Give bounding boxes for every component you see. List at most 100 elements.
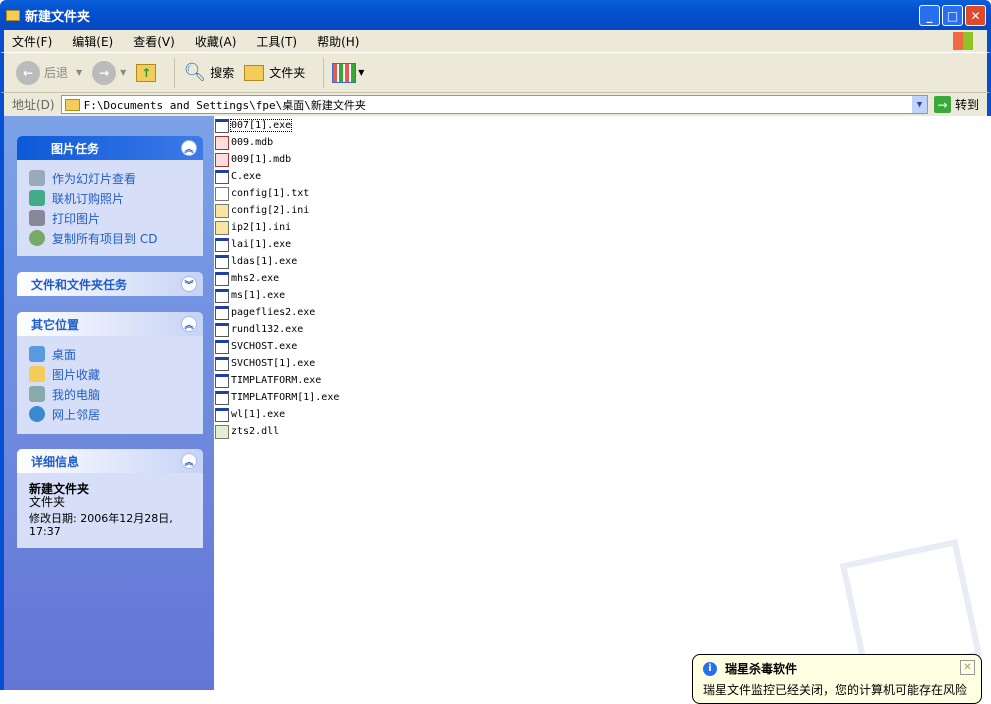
file-item[interactable]: ms[1].exe	[215, 287, 285, 304]
task-label: 联机订购照片	[52, 191, 125, 206]
exe-file-icon	[215, 305, 229, 320]
file-name: config[2].ini	[231, 205, 310, 216]
file-item[interactable]: SVCHOST[1].exe	[215, 355, 315, 372]
folder-icon	[6, 9, 20, 21]
menu-tools[interactable]: 工具(T)	[256, 33, 297, 50]
place-my-computer[interactable]: 我的电脑	[29, 384, 193, 404]
task-order-prints[interactable]: 联机订购照片	[29, 188, 193, 208]
file-item[interactable]: 009.mdb	[215, 134, 273, 151]
exe-file-icon	[215, 288, 229, 303]
mdb-file-icon	[215, 135, 229, 150]
file-name: TIMPLATFORM[1].exe	[231, 392, 340, 403]
file-item[interactable]: zts2.dll	[215, 423, 279, 440]
up-folder-button[interactable]: ↑	[136, 63, 157, 82]
address-input[interactable]: F:\Documents and Settings\fpe\桌面\新建文件夹 ▼	[60, 95, 928, 114]
file-item[interactable]: 007[1].exe	[215, 117, 293, 134]
file-item[interactable]: SVCHOST.exe	[215, 338, 297, 355]
minimize-button[interactable]: _	[919, 5, 940, 26]
back-label: 后退	[44, 66, 69, 80]
file-item[interactable]: TIMPLATFORM[1].exe	[215, 389, 339, 406]
balloon-close-button[interactable]: ✕	[960, 660, 975, 675]
menu-favorites[interactable]: 收藏(A)	[195, 33, 237, 50]
toolbar-divider	[323, 57, 325, 88]
address-dropdown-button[interactable]: ▼	[911, 96, 927, 113]
task-label: 打印图片	[52, 211, 101, 226]
task-copy-to-cd[interactable]: 复制所有项目到 CD	[29, 228, 193, 248]
file-name: SVCHOST.exe	[231, 341, 298, 352]
back-arrow-icon: ←	[16, 60, 40, 85]
file-item[interactable]: 009[1].mdb	[215, 151, 291, 168]
other-places-header[interactable]: 其它位置 ︽	[17, 312, 203, 336]
task-pane: 图片任务 ︽ 作为幻灯片查看 联机订购照片 打印图片 复制所有项目到 CD 文件和…	[0, 116, 214, 690]
file-name: ms[1].exe	[231, 290, 286, 301]
collapse-icon[interactable]: ︽	[181, 140, 197, 156]
exe-file-icon	[215, 373, 229, 388]
panel-title: 图片任务	[51, 141, 100, 156]
network-icon	[29, 406, 45, 422]
go-arrow-icon: →	[933, 96, 951, 113]
file-item[interactable]: config[2].ini	[215, 202, 309, 219]
file-item[interactable]: C.exe	[215, 168, 261, 185]
panel-title: 文件和文件夹任务	[31, 277, 128, 292]
go-button[interactable]: → 转到	[933, 96, 979, 113]
place-my-pictures[interactable]: 图片收藏	[29, 364, 193, 384]
my-computer-icon	[29, 386, 45, 402]
file-item[interactable]: wl[1].exe	[215, 406, 285, 423]
file-item[interactable]: ip2[1].ini	[215, 219, 291, 236]
file-item[interactable]: rundl132.exe	[215, 321, 303, 338]
file-name: lai[1].exe	[231, 239, 292, 250]
place-network[interactable]: 网上邻居	[29, 404, 193, 424]
file-item[interactable]: pageflies2.exe	[215, 304, 315, 321]
back-button[interactable]: ← 后退 ▼	[16, 60, 82, 85]
details-header[interactable]: 详细信息 ︽	[17, 449, 203, 473]
file-item[interactable]: mhs2.exe	[215, 270, 279, 287]
menu-help[interactable]: 帮助(H)	[317, 33, 359, 50]
collapse-icon[interactable]: ︽	[181, 316, 197, 332]
file-name: ip2[1].ini	[231, 222, 292, 233]
file-name: pageflies2.exe	[231, 307, 316, 318]
place-label: 网上邻居	[52, 407, 101, 422]
menu-bar: 文件(F) 编辑(E) 查看(V) 收藏(A) 工具(T) 帮助(H)	[0, 30, 991, 52]
exe-file-icon	[215, 322, 229, 337]
toolbar-divider	[174, 57, 176, 88]
folders-label: 文件夹	[269, 66, 306, 80]
file-list: 007[1].exe 009.mdb 009[1].mdb C.exe config[1…	[215, 116, 991, 690]
close-button[interactable]: ✕	[965, 5, 986, 26]
menu-view[interactable]: 查看(V)	[133, 33, 175, 50]
forward-arrow-icon: →	[92, 60, 117, 85]
slideshow-icon	[29, 170, 45, 186]
file-item[interactable]: TIMPLATFORM.exe	[215, 372, 321, 389]
maximize-button[interactable]: □	[942, 5, 963, 26]
task-slideshow[interactable]: 作为幻灯片查看	[29, 168, 193, 188]
exe-file-icon	[215, 118, 229, 133]
file-tasks-header[interactable]: 文件和文件夹任务 ︾	[17, 272, 203, 296]
views-button[interactable]: ▼	[332, 62, 364, 83]
search-icon: 🔍︎	[183, 62, 207, 83]
details-modified: 修改日期: 2006年12月28日, 17:37	[29, 512, 173, 538]
collapse-icon[interactable]: ︽	[181, 453, 197, 469]
file-tasks-panel: 文件和文件夹任务 ︾	[17, 272, 203, 296]
menu-file[interactable]: 文件(F)	[12, 33, 52, 50]
task-print[interactable]: 打印图片	[29, 208, 193, 228]
my-pictures-icon	[29, 366, 45, 382]
picture-tasks-header[interactable]: 图片任务 ︽	[17, 136, 203, 160]
folders-button[interactable]: 文件夹	[244, 64, 305, 81]
file-item[interactable]: config[1].txt	[215, 185, 309, 202]
file-item[interactable]: lai[1].exe	[215, 236, 291, 253]
file-name: config[1].txt	[231, 188, 310, 199]
windows-logo-icon	[953, 32, 973, 50]
other-places-panel: 其它位置 ︽ 桌面 图片收藏 我的电脑 网上邻居	[17, 312, 203, 434]
ini-file-icon	[215, 220, 229, 235]
forward-button[interactable]: → ▼	[92, 60, 126, 85]
folders-icon	[244, 64, 265, 81]
place-label: 桌面	[52, 347, 77, 362]
search-button[interactable]: 🔍︎ 搜索	[183, 62, 234, 83]
place-desktop[interactable]: 桌面	[29, 344, 193, 364]
menu-edit[interactable]: 编辑(E)	[72, 33, 113, 50]
expand-icon[interactable]: ︾	[181, 276, 197, 292]
file-name: ldas[1].exe	[231, 256, 298, 267]
go-label: 转到	[954, 98, 979, 112]
file-name: mhs2.exe	[231, 273, 280, 284]
file-item[interactable]: ldas[1].exe	[215, 253, 297, 270]
mdb-file-icon	[215, 152, 229, 167]
